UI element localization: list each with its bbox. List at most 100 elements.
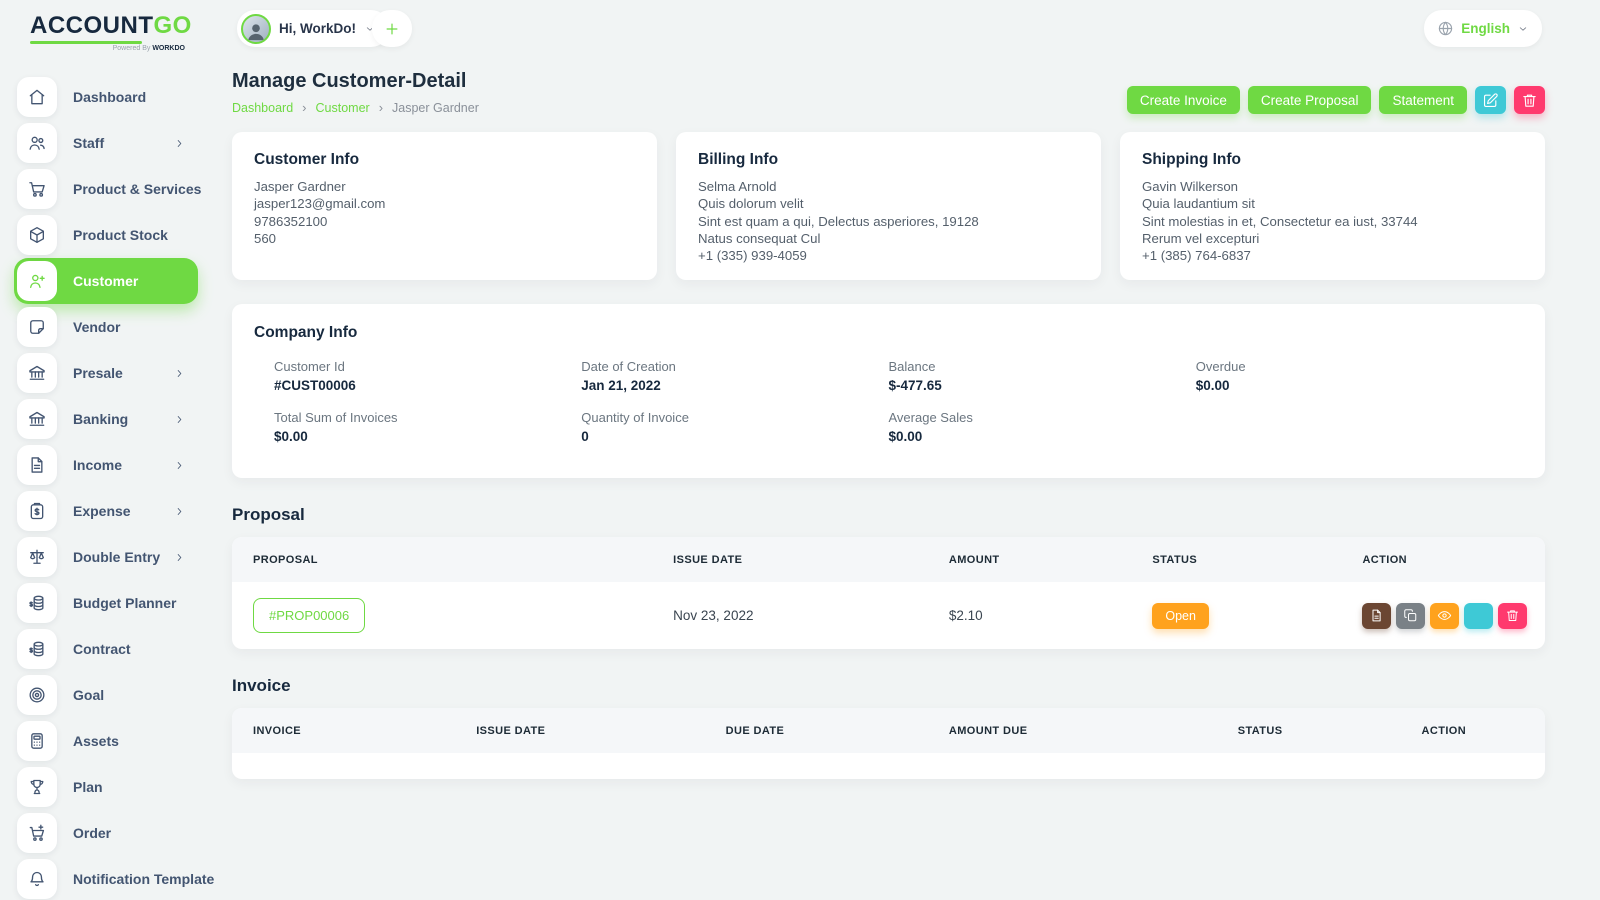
proposal-table-card: PROPOSAL ISSUE DATE AMOUNT STATUS ACTION #PR… bbox=[232, 537, 1545, 649]
sidebar-item-vendor[interactable]: Vendor bbox=[14, 304, 198, 350]
info-line: Sint est quam a qui, Delectus asperiores… bbox=[698, 213, 979, 229]
globe-icon bbox=[1437, 20, 1454, 37]
plus-icon bbox=[383, 20, 401, 38]
trash-icon bbox=[1521, 92, 1538, 109]
sidebar-item-customer[interactable]: Customer bbox=[14, 258, 198, 304]
column-header: ACTION bbox=[1421, 724, 1467, 737]
billing-info-card: Billing Info Selma Arnold Quis dolorum ve… bbox=[676, 132, 1101, 280]
trash-icon bbox=[1505, 608, 1520, 623]
delete-customer-button[interactable] bbox=[1514, 86, 1545, 114]
column-header: STATUS bbox=[1152, 553, 1198, 566]
info-line: +1 (385) 764-6837 bbox=[1142, 248, 1251, 264]
sidebar-item-presale[interactable]: Presale bbox=[14, 350, 198, 396]
column-header: AMOUNT bbox=[948, 553, 1000, 566]
sidebar-item-expense[interactable]: Expense bbox=[14, 488, 198, 534]
create-proposal-button[interactable]: Create Proposal bbox=[1247, 86, 1372, 114]
add-button[interactable] bbox=[372, 10, 412, 47]
info-line: Quis dolorum velit bbox=[698, 196, 804, 212]
edit-customer-button[interactable] bbox=[1475, 86, 1506, 114]
row-actions bbox=[1362, 602, 1545, 629]
delete-proposal-button[interactable] bbox=[1498, 602, 1528, 629]
company-field: Total Sum of Invoices $0.00 bbox=[274, 410, 581, 444]
file-icon bbox=[1369, 608, 1384, 623]
scales-icon bbox=[17, 537, 57, 577]
sidebar-item-income[interactable]: Income bbox=[14, 442, 198, 488]
user-menu[interactable]: Hi, WorkDo! bbox=[237, 10, 389, 47]
edit-proposal-button[interactable] bbox=[1464, 602, 1494, 629]
breadcrumb-customer[interactable]: Customer bbox=[316, 101, 370, 115]
breadcrumb-current: Jasper Gardner bbox=[392, 100, 479, 115]
proposal-issue-date: Nov 23, 2022 bbox=[673, 608, 754, 623]
company-field: Customer Id #CUST00006 bbox=[274, 359, 581, 393]
proposal-id-link[interactable]: #PROP00006 bbox=[253, 598, 366, 633]
bell-icon bbox=[17, 859, 57, 899]
field-value: $0.00 bbox=[274, 429, 308, 444]
brand-logo[interactable]: ACCOUNTGO Powered By WORKDO bbox=[0, 0, 212, 52]
invoice-table: INVOICE ISSUE DATE DUE DATE AMOUNT DUE STATU… bbox=[232, 708, 1545, 779]
page-title: Manage Customer-Detail bbox=[232, 70, 467, 92]
field-value: #CUST00006 bbox=[274, 378, 356, 393]
sidebar-item-product-services[interactable]: Product & Services bbox=[14, 166, 202, 212]
field-label: Balance bbox=[888, 359, 936, 374]
sidebar-item-contract[interactable]: Contract bbox=[14, 626, 198, 672]
field-label: Total Sum of Invoices bbox=[274, 410, 398, 425]
sidebar-item-banking[interactable]: Banking bbox=[14, 396, 198, 442]
card-title: Shipping Info bbox=[1142, 151, 1242, 168]
eye-icon bbox=[1437, 608, 1452, 623]
status-badge: Open bbox=[1152, 602, 1209, 629]
chevron-down-icon bbox=[1517, 23, 1529, 35]
column-header: PROPOSAL bbox=[253, 553, 318, 566]
sidebar-item-product-stock[interactable]: Product Stock bbox=[14, 212, 198, 258]
field-label: Date of Creation bbox=[581, 359, 676, 374]
company-field: Overdue $0.00 bbox=[1196, 359, 1503, 393]
sidebar-item-label: Dashboard bbox=[73, 89, 147, 105]
proposal-amount: $2.10 bbox=[948, 608, 983, 623]
sidebar-item-notification-template[interactable]: Notification Template bbox=[14, 856, 214, 900]
create-invoice-button[interactable]: Create Invoice bbox=[1126, 86, 1240, 114]
info-line: Rerum vel excepturi bbox=[1142, 230, 1260, 246]
shipping-info-card: Shipping Info Gavin Wilkerson Quia laudan… bbox=[1120, 132, 1545, 280]
info-line: jasper123@gmail.com bbox=[254, 196, 386, 212]
info-line: Quia laudantium sit bbox=[1142, 196, 1255, 212]
view-proposal-button[interactable] bbox=[1430, 602, 1460, 629]
sidebar-item-goal[interactable]: Goal bbox=[14, 672, 198, 718]
sidebar-item-label: Product & Services bbox=[73, 181, 202, 197]
brand-name: ACCOUNTGO bbox=[30, 12, 192, 39]
avatar bbox=[241, 13, 271, 44]
sidebar-item-double-entry[interactable]: Double Entry bbox=[14, 534, 198, 580]
sidebar-item-plan[interactable]: Plan bbox=[14, 764, 198, 810]
target-icon bbox=[17, 675, 57, 715]
sidebar-item-label: Order bbox=[73, 825, 112, 841]
language-label: English bbox=[1461, 21, 1510, 36]
sidebar-item-dashboard[interactable]: Dashboard bbox=[14, 74, 198, 120]
statement-button[interactable]: Statement bbox=[1379, 86, 1467, 114]
sidebar-item-assets[interactable]: Assets bbox=[14, 718, 198, 764]
card-title: Billing Info bbox=[698, 151, 779, 168]
sidebar-item-label: Goal bbox=[73, 687, 105, 703]
breadcrumb-dashboard[interactable]: Dashboard bbox=[232, 101, 293, 115]
column-header: STATUS bbox=[1237, 724, 1283, 737]
note-icon bbox=[17, 307, 57, 347]
info-line: Natus consequat Cul bbox=[698, 230, 821, 246]
trophy-icon bbox=[17, 767, 57, 807]
sidebar-item-label: Staff bbox=[73, 135, 105, 151]
copy-icon bbox=[1403, 608, 1418, 623]
info-line: Gavin Wilkerson bbox=[1142, 179, 1239, 194]
sidebar-item-label: Budget Planner bbox=[73, 595, 177, 611]
clipboard-dollar-icon bbox=[17, 491, 57, 531]
users-icon bbox=[17, 123, 57, 163]
copy-proposal-button[interactable] bbox=[1396, 602, 1426, 629]
sidebar-item-order[interactable]: Order bbox=[14, 810, 198, 856]
duplicate-proposal-button[interactable] bbox=[1362, 602, 1392, 629]
field-value: Jan 21, 2022 bbox=[581, 378, 661, 393]
language-selector[interactable]: English bbox=[1424, 10, 1542, 47]
card-title: Customer Info bbox=[254, 151, 360, 168]
sidebar-item-staff[interactable]: Staff bbox=[14, 120, 198, 166]
bank-icon bbox=[17, 399, 57, 439]
info-line: +1 (335) 939-4059 bbox=[698, 248, 807, 264]
sidebar-item-budget-planner[interactable]: Budget Planner bbox=[14, 580, 198, 626]
sidebar-item-label: Product Stock bbox=[73, 227, 168, 243]
user-plus-icon bbox=[17, 261, 57, 301]
sidebar-item-label: Vendor bbox=[73, 319, 121, 335]
proposal-table: PROPOSAL ISSUE DATE AMOUNT STATUS ACTION #PR… bbox=[232, 537, 1545, 649]
